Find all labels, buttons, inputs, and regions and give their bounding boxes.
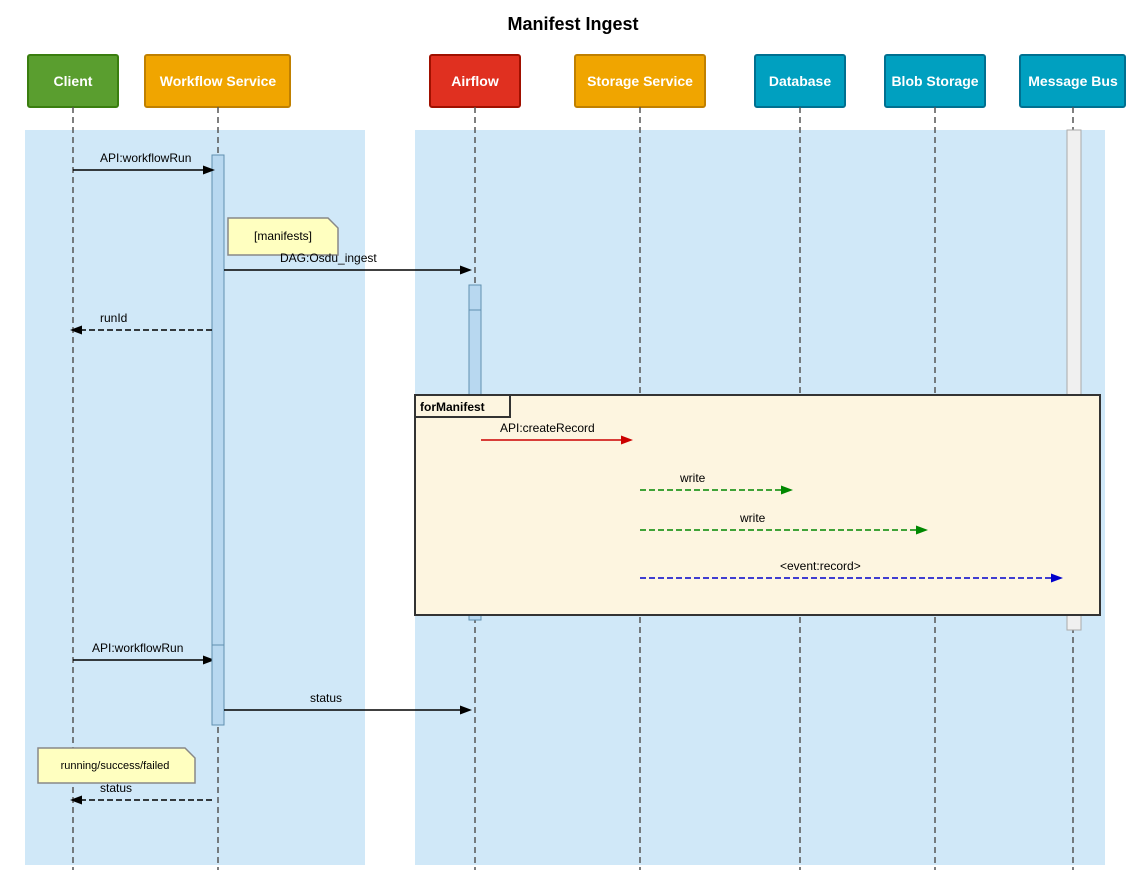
msg-write-db-label: write [679,471,706,485]
diagram-container: Manifest Ingest Client Workflow Service … [0,0,1147,891]
actor-workflow-label: Workflow Service [160,73,277,89]
activation-airflow-small [469,285,481,310]
actor-msgbus-label: Message Bus [1028,73,1118,89]
actor-client-label: Client [54,73,93,89]
loop-label: forManifest [420,400,485,414]
note-status-label: running/success/failed [61,760,170,772]
diagram-title: Manifest Ingest [507,14,638,34]
actor-airflow-label: Airflow [451,73,499,89]
msg-api-createrecord-label: API:createRecord [500,421,595,435]
msg-api-workflowrun-1-label: API:workflowRun [100,151,191,165]
msg-dag-osdu-ingest-label: DAG:Osdu_ingest [280,251,377,265]
actor-blob-label: Blob Storage [891,73,978,89]
msg-event-record-label: <event:record> [780,559,861,573]
msg-status-request-label: status [310,691,342,705]
actor-storage-label: Storage Service [587,73,693,89]
msg-status-response-label: status [100,781,132,795]
sequence-diagram: Manifest Ingest Client Workflow Service … [0,0,1147,891]
msg-write-blob-label: write [739,511,766,525]
activation-workflow-2 [212,645,224,725]
msg-runid-label: runId [100,311,127,325]
activation-workflow [212,155,224,665]
note-manifests-label: [manifests] [254,229,312,243]
msg-api-workflowrun-2-label: API:workflowRun [92,641,183,655]
actor-database-label: Database [769,73,831,89]
